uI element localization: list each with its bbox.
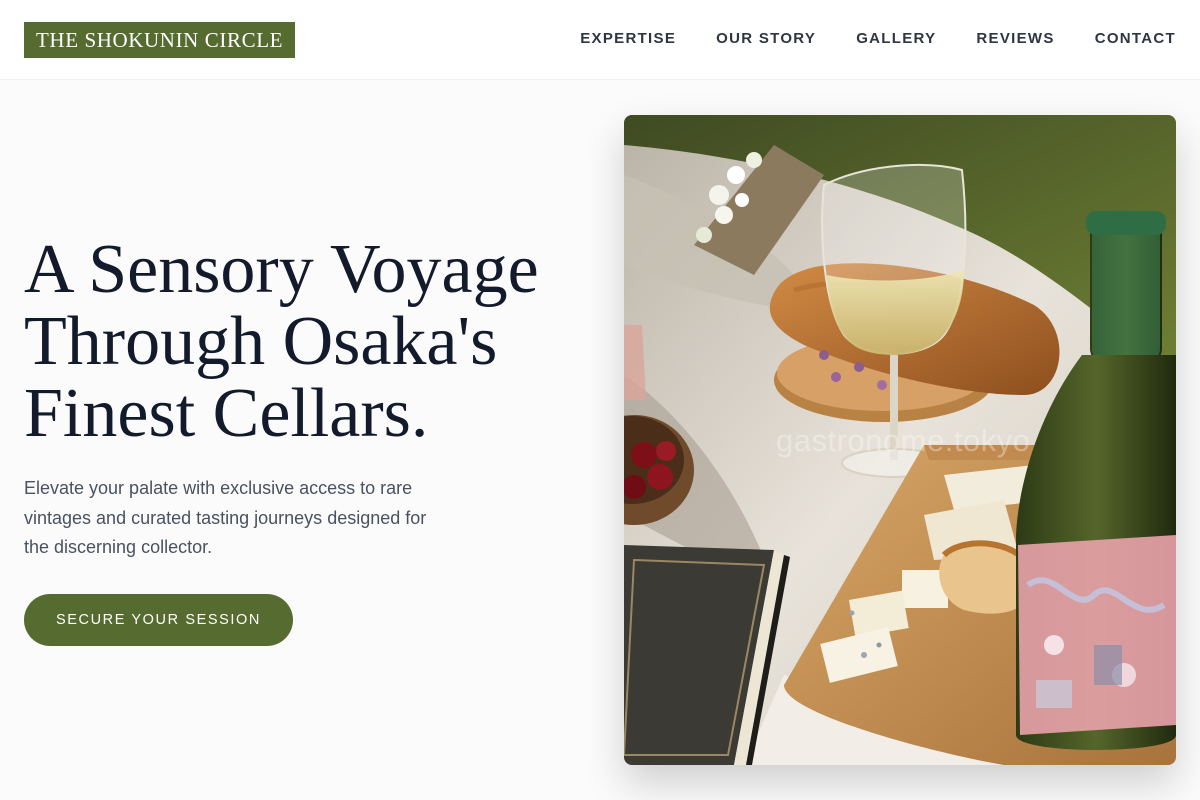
- image-watermark: gastronome.tokyo: [776, 423, 1031, 458]
- nav-link-contact[interactable]: CONTACT: [1095, 29, 1176, 49]
- secure-session-button[interactable]: SECURE YOUR SESSION: [24, 594, 293, 646]
- hero-title-line: Finest Cellars.: [24, 375, 429, 452]
- nav-link-gallery[interactable]: GALLERY: [856, 29, 936, 49]
- nav-link-our-story[interactable]: OUR STORY: [716, 29, 816, 49]
- nav-link-expertise[interactable]: EXPERTISE: [580, 29, 676, 49]
- site-header: THE SHOKUNIN CIRCLE EXPERTISE OUR STORY …: [0, 0, 1200, 80]
- hero-subtitle-line: vintages and curated tasting journeys de…: [24, 507, 427, 528]
- hero-title: A Sensory Voyage Through Osaka's Finest …: [24, 234, 604, 450]
- brand-logo[interactable]: THE SHOKUNIN CIRCLE: [24, 22, 296, 58]
- hero-title-line: Through Osaka's: [24, 303, 498, 380]
- nav-link-reviews[interactable]: REVIEWS: [976, 29, 1054, 49]
- main-nav: EXPERTISE OUR STORY GALLERY REVIEWS CONT…: [580, 29, 1176, 49]
- hero-image-wine-picnic: gastronome.tokyo: [624, 115, 1176, 765]
- hero-subtitle: Elevate your palate with exclusive acces…: [24, 474, 484, 563]
- hero-subtitle-line: Elevate your palate with exclusive acces…: [24, 478, 413, 498]
- hero-title-line: A Sensory Voyage: [24, 231, 539, 308]
- hero-subtitle-line: the discerning collector.: [24, 537, 213, 557]
